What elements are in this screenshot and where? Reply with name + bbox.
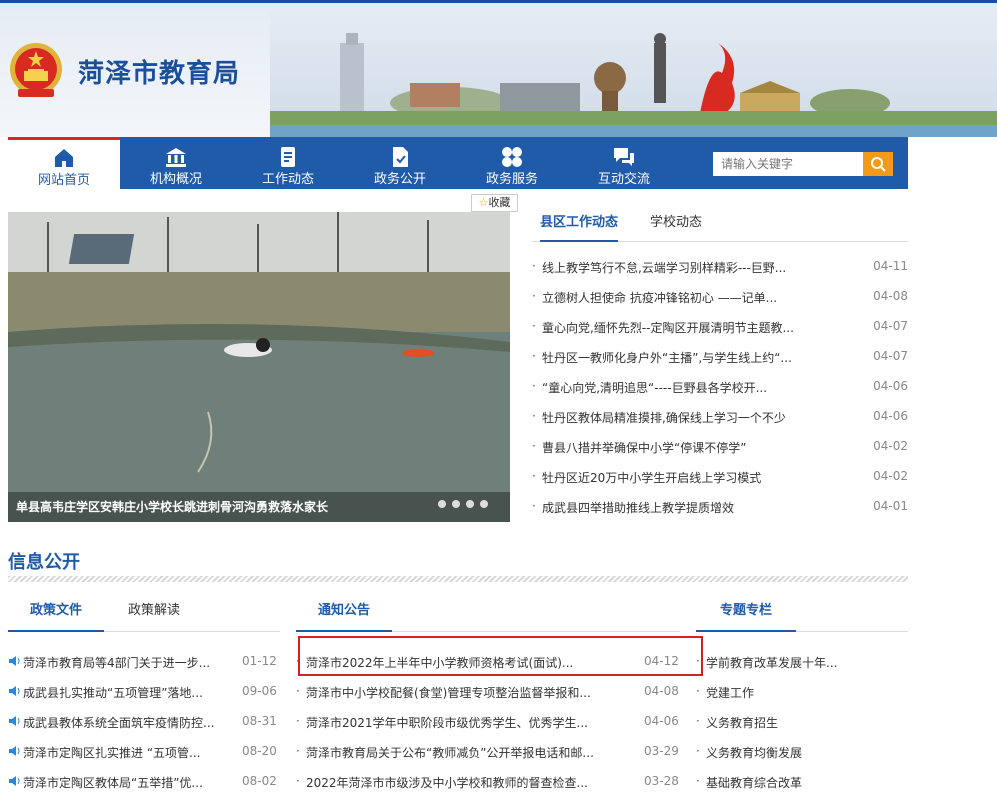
news-tabs: 县区工作动态 学校动态: [532, 212, 908, 242]
document-icon: [281, 147, 295, 167]
tab-school-news[interactable]: 学校动态: [650, 212, 702, 242]
news-item[interactable]: · 牡丹区一教师化身户外“主播”,与学生线上约“... 04-07: [532, 345, 908, 371]
search-input[interactable]: [713, 152, 863, 176]
national-emblem-icon: [10, 43, 62, 97]
tab-policy-explain[interactable]: 政策解读: [114, 598, 194, 632]
speaker-icon: [9, 686, 20, 696]
main-nav: 网站首页 机构概况 工作动态 政务公开 政务服务 互动交流: [8, 137, 908, 189]
nav-interaction[interactable]: 互动交流: [568, 137, 680, 189]
news-item[interactable]: · 牡丹区教体局精准摸排,确保线上学习一个不少 04-06: [532, 405, 908, 431]
policy-item[interactable]: 成武县教体系统全面筑牢疫情防控... 08-31: [8, 710, 280, 734]
slider-dots: [432, 493, 488, 512]
notice-item[interactable]: · 菏泽市2021学年中职阶段市级优秀学生、优秀学生... 04-06: [296, 710, 680, 734]
info-section-title: 信息公开: [8, 552, 80, 573]
notice-item[interactable]: · 2022年菏泽市市级涉及中小学校和教师的督查检查... 03-28: [296, 770, 680, 794]
special-item[interactable]: · 义务教育均衡发展: [696, 740, 908, 764]
bookmark-button[interactable]: ☆收藏: [471, 194, 518, 212]
news-slider[interactable]: 单县高韦庄学区安韩庄小学校长跳进刺骨河沟勇救落水家长: [8, 212, 510, 522]
chat-icon: [614, 148, 634, 166]
grid-icon: [502, 147, 522, 167]
site-title: 菏泽市教育局: [78, 59, 241, 89]
policy-tabs: 政策文件 政策解读: [8, 598, 280, 632]
news-item[interactable]: · 线上教学笃行不怠,云端学习别样精彩---巨野... 04-11: [532, 255, 908, 281]
speaker-icon: [9, 656, 20, 666]
notice-tabs: 通知公告: [296, 598, 680, 632]
notice-item[interactable]: · 菏泽市教育局关于公布“教师减负”公开举报电话和邮... 03-29: [296, 740, 680, 764]
header-banner-illustration: [270, 3, 997, 137]
tab-notices[interactable]: 通知公告: [296, 598, 392, 632]
nav-gov-services[interactable]: 政务服务: [456, 137, 568, 189]
policy-item[interactable]: 菏泽市定陶区教体局“五举措”优... 08-02: [8, 770, 280, 794]
special-item[interactable]: · 义务教育招生: [696, 710, 908, 734]
policy-item[interactable]: 成武县扎实推动“五项管理”落地... 09-06: [8, 680, 280, 704]
home-icon: [55, 149, 73, 167]
news-item[interactable]: · “童心向党,清明追思“----巨野县各学校开... 04-06: [532, 375, 908, 401]
institution-icon: [166, 148, 186, 167]
news-item[interactable]: · 曹县八措并举确保中小学“停课不停学” 04-02: [532, 435, 908, 461]
search-button[interactable]: [863, 152, 893, 176]
special-item[interactable]: · 学前教育改革发展十年...: [696, 650, 908, 674]
speaker-icon: [9, 776, 20, 786]
special-item[interactable]: · 基础教育综合改革: [696, 770, 908, 794]
news-item[interactable]: · 成武县四举措助推线上教学提质增效 04-01: [532, 495, 908, 521]
site-header: 菏泽市教育局: [0, 3, 997, 137]
speaker-icon: [9, 716, 20, 726]
news-item[interactable]: · 童心向党,缅怀先烈--定陶区开展清明节主题教... 04-07: [532, 315, 908, 341]
news-item[interactable]: · 牡丹区近20万中小学生开启线上学习模式 04-02: [532, 465, 908, 491]
slider-dot[interactable]: [438, 500, 446, 508]
slider-dot[interactable]: [466, 500, 474, 508]
news-item[interactable]: · 立德树人担使命 抗疫冲锋铭初心 ——记单... 04-08: [532, 285, 908, 311]
tab-special[interactable]: 专题专栏: [696, 598, 796, 632]
tab-county-news[interactable]: 县区工作动态: [540, 212, 619, 242]
slider-dot[interactable]: [480, 500, 488, 508]
section-divider: [8, 576, 908, 582]
special-tabs: 专题专栏: [696, 598, 908, 632]
policy-item[interactable]: 菏泽市教育局等4部门关于进一步... 01-12: [8, 650, 280, 674]
nav-home[interactable]: 网站首页: [8, 137, 120, 189]
notice-item[interactable]: · 菏泽市中小学校配餐(食堂)管理专项整治监督举报和... 04-08: [296, 680, 680, 704]
policy-item[interactable]: 菏泽市定陶区扎实推进 “五项管... 08-20: [8, 740, 280, 764]
nav-work-news[interactable]: 工作动态: [232, 137, 344, 189]
slider-dot[interactable]: [452, 500, 460, 508]
nav-gov-affairs[interactable]: 政务公开: [344, 137, 456, 189]
notice-item[interactable]: · 菏泽市2022年上半年中小学教师资格考试(面试)... 04-12: [296, 650, 680, 674]
file-check-icon: [393, 147, 408, 167]
star-icon: ☆: [478, 196, 489, 209]
special-item[interactable]: · 党建工作: [696, 680, 908, 704]
tab-policy-docs[interactable]: 政策文件: [8, 598, 104, 632]
nav-institution[interactable]: 机构概况: [120, 137, 232, 189]
speaker-icon: [9, 746, 20, 756]
search-icon: [871, 157, 886, 172]
slider-photo: [8, 212, 510, 522]
